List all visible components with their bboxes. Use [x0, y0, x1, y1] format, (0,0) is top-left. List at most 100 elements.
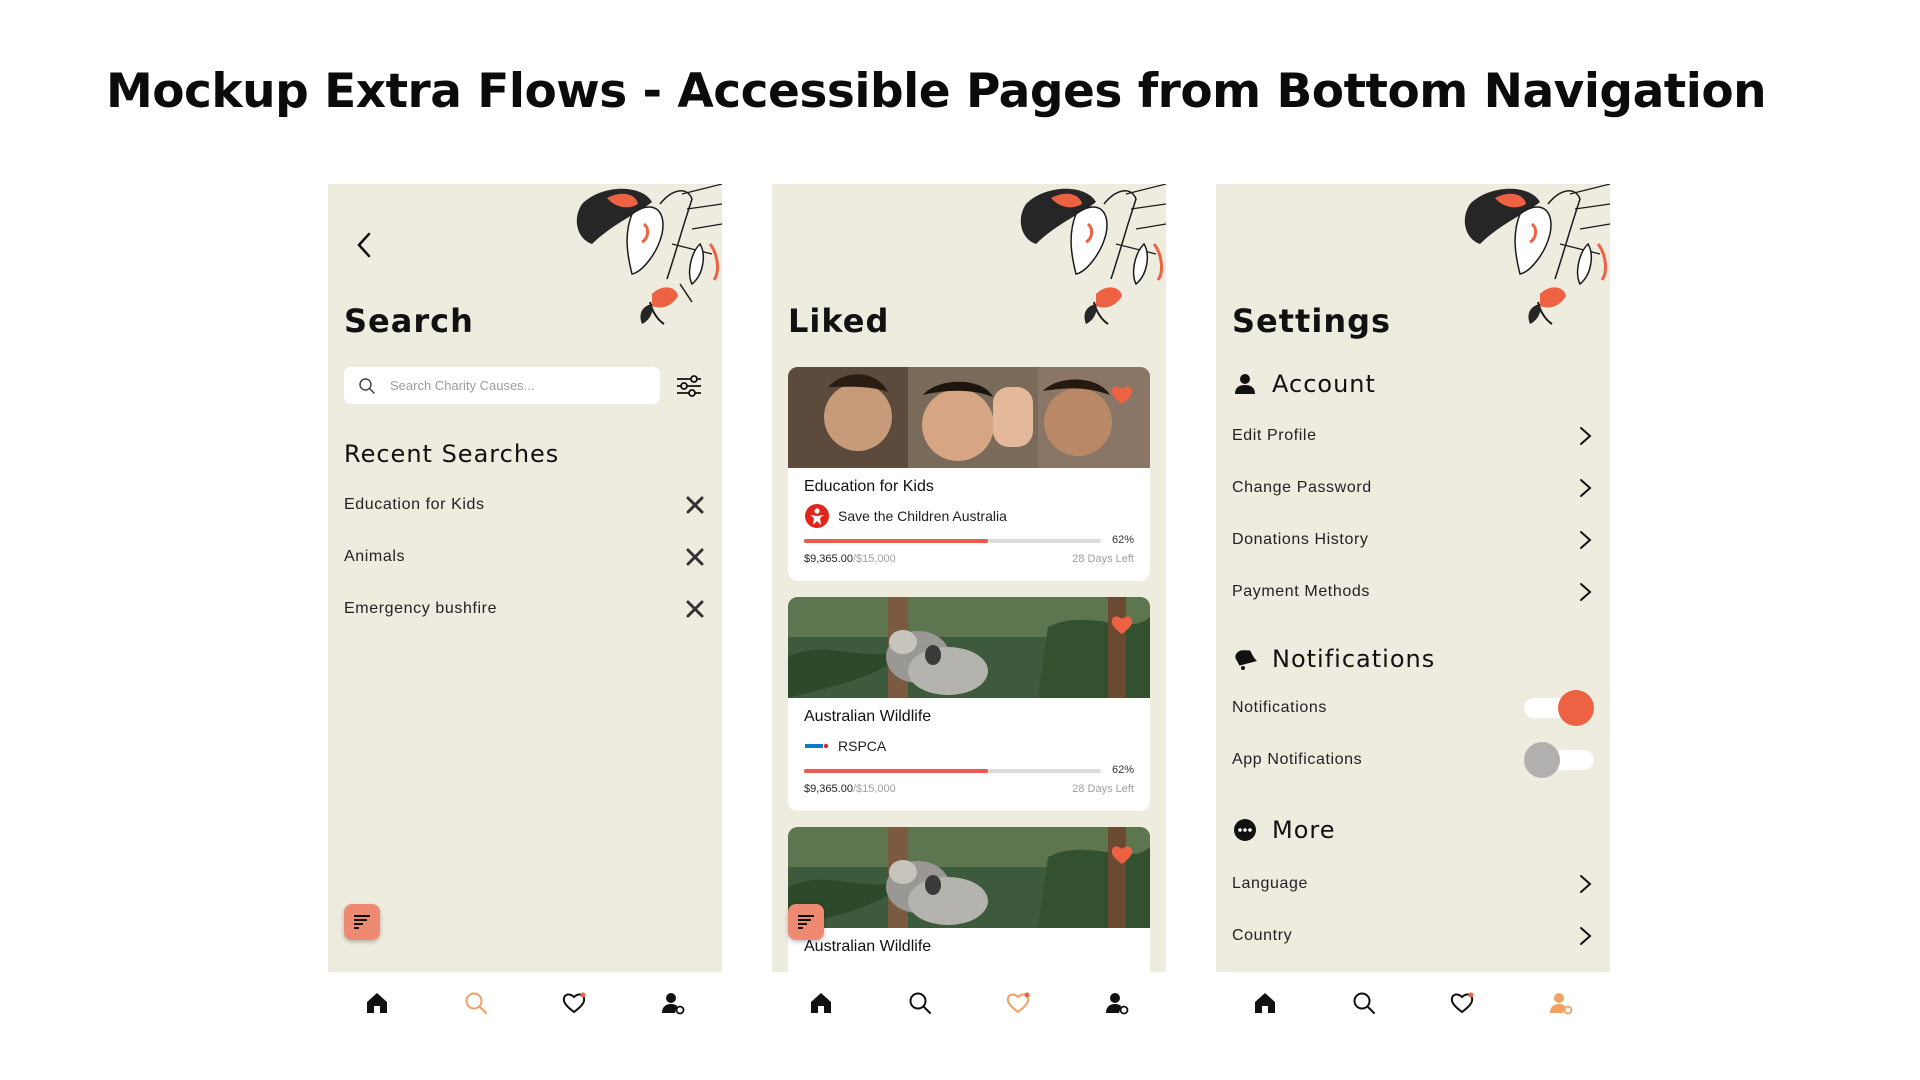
more-dots-icon	[1234, 819, 1256, 841]
heart-filled-icon[interactable]	[1110, 843, 1134, 865]
filter-sliders-icon[interactable]	[674, 372, 704, 400]
search-screen-body: Search Search Charity Causes... Recent S…	[328, 184, 722, 972]
close-icon[interactable]	[684, 598, 706, 620]
chevron-right-icon	[1580, 427, 1592, 445]
floral-decoration-icon	[1020, 184, 1166, 325]
organisation: Save the Children Australia	[804, 503, 1007, 529]
menu-fab-button[interactable]	[788, 904, 824, 940]
search-input[interactable]: Search Charity Causes...	[344, 367, 660, 404]
settings-item-edit-profile[interactable]: Edit Profile	[1232, 420, 1594, 452]
funding-progress-fill	[804, 769, 989, 773]
heart-filled-icon[interactable]	[1110, 613, 1134, 635]
nav-search-button[interactable]	[900, 983, 940, 1023]
recent-search-label: Emergency bushfire	[344, 600, 498, 617]
notifications-toggle[interactable]	[1524, 690, 1594, 726]
close-icon[interactable]	[684, 546, 706, 568]
menu-fab-button[interactable]	[344, 904, 380, 940]
funding-percent: 62%	[1111, 764, 1134, 776]
days-left: 28 Days Left	[1072, 783, 1134, 795]
close-icon[interactable]	[684, 494, 706, 516]
search-placeholder: Search Charity Causes...	[390, 378, 535, 393]
notifications-section-title: Notifications	[1272, 645, 1436, 673]
nav-search-button[interactable]	[456, 983, 496, 1023]
settings-item-language[interactable]: Language	[1232, 868, 1594, 900]
profile-settings-icon	[1105, 993, 1129, 1015]
recent-search-label: Animals	[344, 548, 406, 565]
recent-search-item[interactable]: Animals	[344, 542, 706, 572]
recent-search-item[interactable]: Emergency bushfire	[344, 594, 706, 624]
more-section-header: More	[1232, 816, 1336, 844]
campaign-card[interactable]: Australian Wildlife RSPCA 62% $9,365.00/…	[788, 597, 1150, 811]
heart-icon	[1451, 992, 1474, 1014]
recent-search-label: Education for Kids	[344, 496, 485, 513]
settings-item-label: Donations History	[1232, 531, 1369, 548]
nav-home-button[interactable]	[801, 983, 841, 1023]
heart-filled-icon[interactable]	[1110, 383, 1134, 405]
back-arrow-icon[interactable]	[350, 230, 380, 260]
settings-item-label: Change Password	[1232, 479, 1372, 496]
app-notifications-toggle[interactable]	[1524, 742, 1594, 778]
toggle-knob	[1524, 742, 1560, 778]
account-section-header: Account	[1232, 370, 1376, 398]
settings-item-label: Language	[1232, 875, 1308, 892]
bottom-navigation	[328, 972, 722, 1034]
home-icon	[1255, 993, 1276, 1013]
chevron-right-icon	[1580, 583, 1592, 601]
nav-home-button[interactable]	[1245, 983, 1285, 1023]
bottom-navigation	[772, 972, 1166, 1034]
organisation-name: RSPCA	[838, 738, 887, 754]
profile-settings-icon	[661, 993, 685, 1015]
bell-icon	[1235, 650, 1257, 670]
settings-screen-body: Settings Account Edit Profile Change Pas…	[1216, 184, 1610, 972]
settings-item-payment-methods[interactable]: Payment Methods	[1232, 576, 1594, 608]
koala-photo	[788, 597, 1150, 698]
nav-liked-button[interactable]	[1442, 983, 1482, 1023]
raised-value: $9,365.00	[804, 783, 853, 795]
settings-item-label: Edit Profile	[1232, 427, 1317, 444]
nav-search-button[interactable]	[1344, 983, 1384, 1023]
settings-title: Settings	[1232, 302, 1392, 340]
nav-liked-button[interactable]	[554, 983, 594, 1023]
search-icon	[359, 377, 375, 394]
nav-profile-button[interactable]	[653, 983, 693, 1023]
nav-home-button[interactable]	[357, 983, 397, 1023]
campaign-card[interactable]: Australian Wildlife	[788, 827, 1150, 972]
rspca-logo	[805, 743, 829, 749]
account-section-title: Account	[1272, 370, 1376, 398]
settings-item-label: Payment Methods	[1232, 583, 1370, 600]
search-title: Search	[344, 302, 474, 340]
search-screen: Search Search Charity Causes... Recent S…	[328, 184, 722, 1044]
toggle-knob	[1558, 690, 1594, 726]
liked-screen-body: Liked Education for Kids Save the Childr…	[772, 184, 1166, 972]
profile-settings-icon	[1549, 993, 1573, 1015]
settings-item-label: App Notifications	[1232, 751, 1363, 768]
settings-screen: Settings Account Edit Profile Change Pas…	[1216, 184, 1610, 1044]
goal-value: /$15,000	[852, 783, 896, 795]
search-icon	[465, 992, 487, 1014]
funding-progress-bar	[804, 769, 1101, 773]
recent-search-item[interactable]: Education for Kids	[344, 490, 706, 520]
nav-profile-button[interactable]	[1097, 983, 1137, 1023]
settings-item-country[interactable]: Country	[1232, 920, 1594, 952]
settings-item-donations-history[interactable]: Donations History	[1232, 524, 1594, 556]
page-title: Mockup Extra Flows - Accessible Pages fr…	[106, 64, 1767, 119]
nav-liked-button[interactable]	[998, 983, 1038, 1023]
menu-lines-icon	[354, 915, 370, 929]
campaign-title: Australian Wildlife	[804, 938, 932, 955]
settings-item-label: Country	[1232, 927, 1293, 944]
settings-item-change-password[interactable]: Change Password	[1232, 472, 1594, 504]
campaign-title: Education for Kids	[804, 478, 934, 495]
user-icon	[1235, 374, 1255, 394]
home-icon	[811, 993, 832, 1013]
chevron-right-icon	[1580, 531, 1592, 549]
floral-decoration-icon	[576, 184, 722, 325]
nav-profile-button[interactable]	[1541, 983, 1581, 1023]
goal-value: /$15,000	[852, 553, 896, 565]
settings-item-label: Notifications	[1232, 699, 1327, 716]
organisation-name: Save the Children Australia	[838, 508, 1007, 524]
bottom-navigation	[1216, 972, 1610, 1034]
campaign-title: Australian Wildlife	[804, 708, 932, 725]
heart-icon	[1007, 992, 1030, 1014]
campaign-card[interactable]: Education for Kids Save the Children Aus…	[788, 367, 1150, 581]
heart-icon	[563, 992, 586, 1014]
